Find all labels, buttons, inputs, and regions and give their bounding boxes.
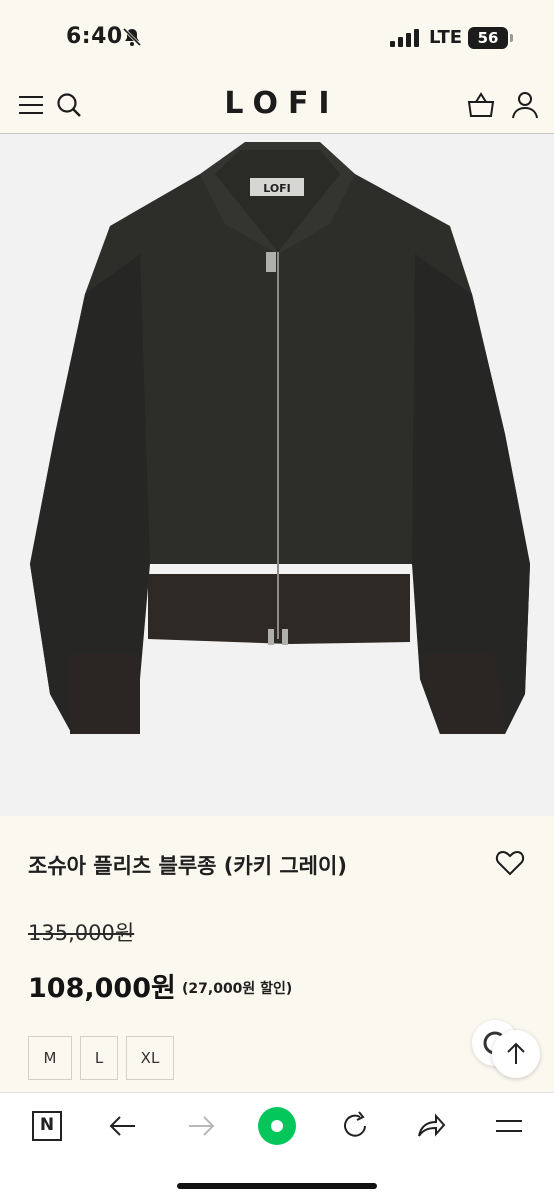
discount-note: (27,000원 할인) [182,981,293,997]
naver-label: N [39,1115,55,1135]
status-bar: 6:40 LTE 56 [0,0,554,76]
jacket-illustration: LOFI [0,134,554,816]
product-info: 조슈아 플리츠 블루종 (카키 그레이) 135,000원 108,000원 (… [0,816,554,1092]
size-option-l[interactable]: L [80,1036,118,1080]
bell-off-icon [122,27,142,47]
scroll-top-button[interactable] [492,1030,540,1078]
share-icon[interactable] [414,1109,448,1143]
size-option-xl[interactable]: XL [126,1036,174,1080]
heart-icon[interactable] [495,848,525,878]
network-type: LTE [429,27,463,48]
battery-indicator: 56 [468,27,513,49]
browser-toolbar: N [0,1092,554,1200]
status-time: 6:40 [66,24,123,49]
naver-home-button[interactable]: N [30,1109,64,1143]
cart-icon[interactable] [466,90,496,120]
user-icon[interactable] [510,90,540,120]
site-header: LOFI [0,76,554,134]
original-price: 135,000원 [28,921,135,945]
signal-icon [390,29,419,47]
more-menu-icon[interactable] [492,1109,526,1143]
arrow-up-icon [507,1042,525,1064]
size-option-m[interactable]: M [28,1036,72,1080]
green-dot-icon[interactable] [256,1105,298,1147]
home-indicator [177,1183,377,1189]
back-arrow-icon[interactable] [106,1109,140,1143]
garment-label: LOFI [263,182,291,195]
product-image[interactable]: LOFI [0,134,554,816]
sale-price: 108,000원 [28,973,176,1004]
product-title: 조슈아 플리츠 블루종 (카키 그레이) [28,854,347,878]
forward-arrow-icon[interactable] [184,1109,218,1143]
refresh-icon[interactable] [338,1109,372,1143]
